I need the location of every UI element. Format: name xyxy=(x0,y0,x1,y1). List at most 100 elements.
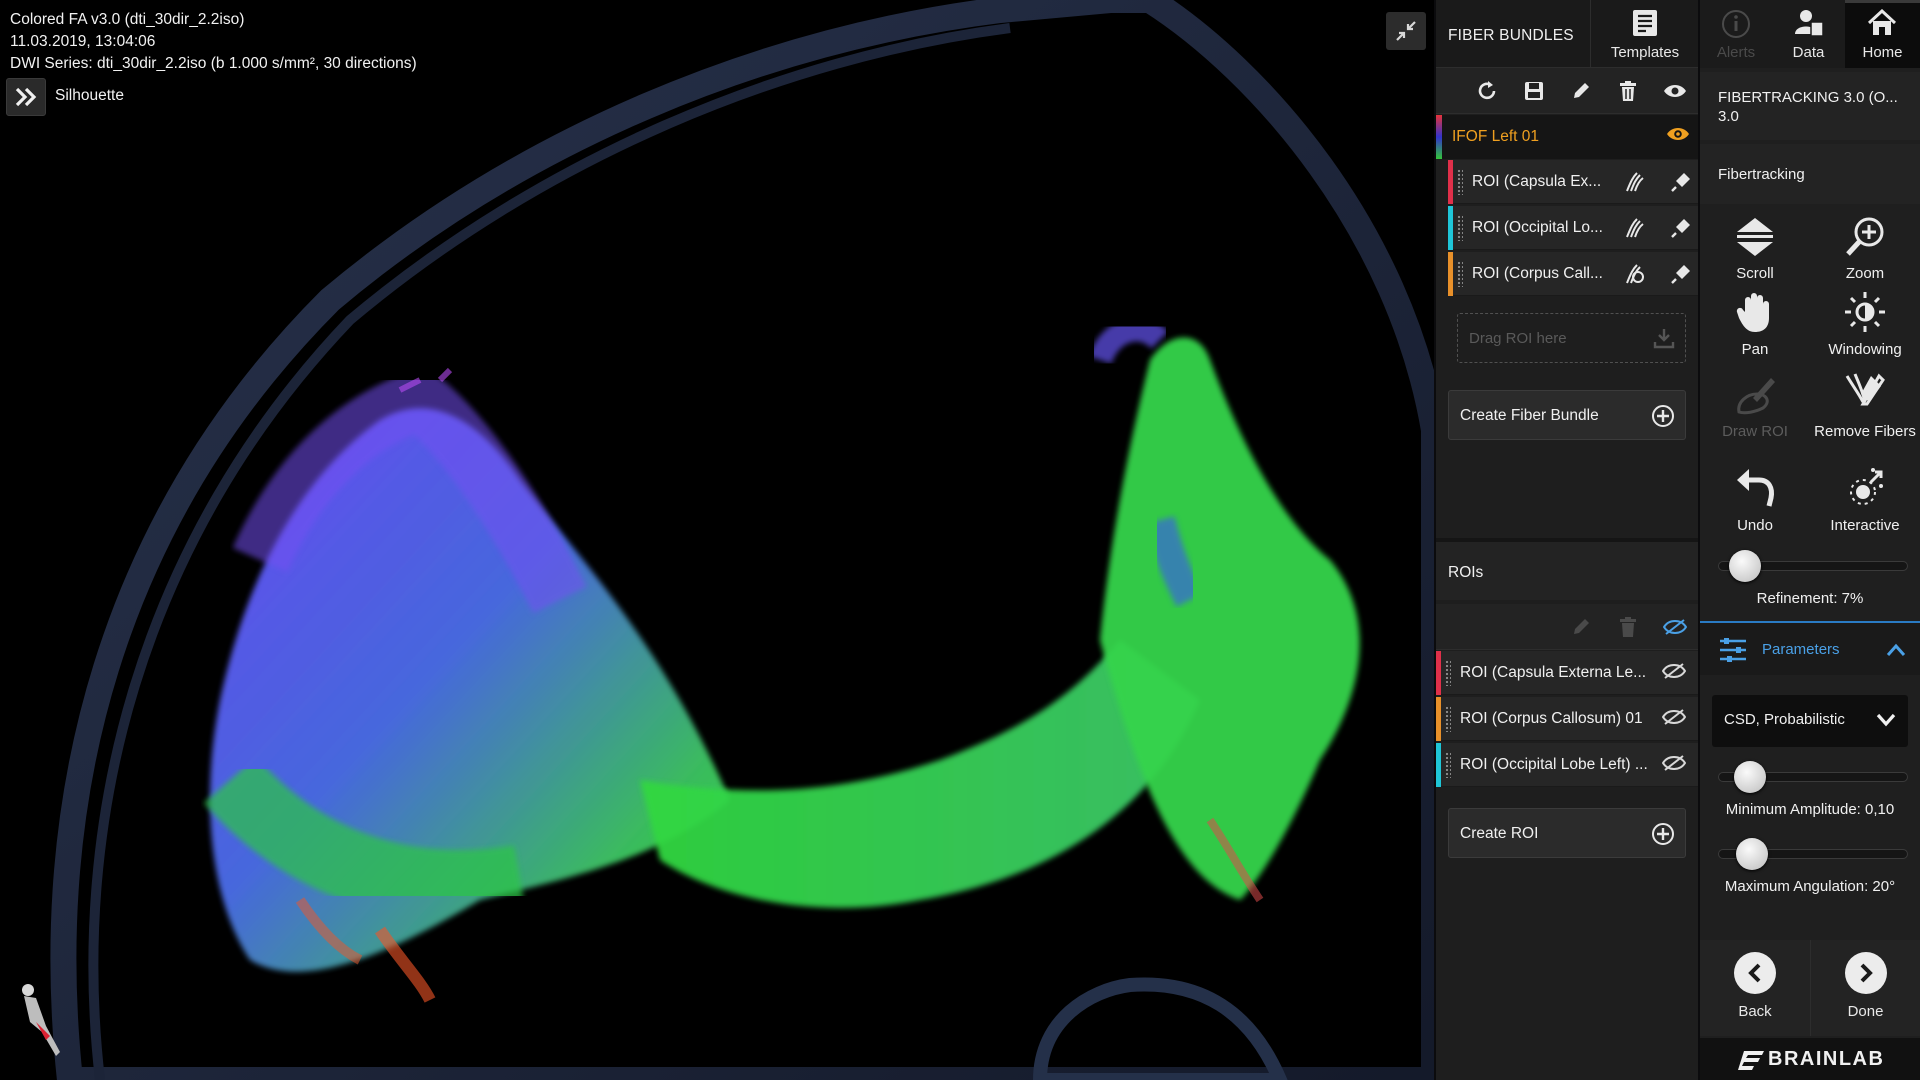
save-icon xyxy=(1525,82,1543,100)
roi-list-item[interactable]: ROI (Corpus Callosum) 01 xyxy=(1436,697,1698,741)
edit-roi-button[interactable] xyxy=(1558,604,1604,650)
info-line-1: Colored FA v3.0 (dti_30dir_2.2iso) xyxy=(10,11,245,28)
parameters-toggle[interactable]: Parameters xyxy=(1700,621,1920,675)
roi-list-item[interactable]: ROI (Occipital Lobe Left) ... xyxy=(1436,743,1698,787)
info-line-2: 11.03.2019, 13:04:06 xyxy=(10,33,156,50)
slider-handle[interactable] xyxy=(1733,761,1766,793)
slider-handle[interactable] xyxy=(1729,550,1762,582)
brightness-icon xyxy=(1845,292,1885,332)
interactive-icon xyxy=(1850,468,1883,505)
sliders-icon xyxy=(1720,638,1746,662)
chevron-up-icon xyxy=(1886,643,1906,656)
trash-icon xyxy=(1620,617,1636,637)
roi-label: ROI (Corpus Callosum) 01 xyxy=(1460,710,1643,727)
fiber-bundles-title: FIBER BUNDLES xyxy=(1448,27,1574,44)
bundle-roi-item[interactable]: ROI (Occipital Lo... xyxy=(1448,206,1698,250)
slider-handle[interactable] xyxy=(1735,838,1768,870)
bundle-toolbar xyxy=(1436,68,1698,114)
fiber-render-scene[interactable] xyxy=(0,0,1434,1080)
create-fiber-bundle-button[interactable]: Create Fiber Bundle xyxy=(1448,390,1686,440)
home-label: Home xyxy=(1862,44,1903,61)
bundle-roi-item[interactable]: ROI (Capsula Ex... xyxy=(1448,160,1698,204)
roi-list-item[interactable]: ROI (Capsula Externa Le... xyxy=(1436,651,1698,695)
algorithm-value: CSD, Probabilistic xyxy=(1724,711,1845,728)
exclude-fibers-icon[interactable] xyxy=(1623,263,1645,285)
drop-zone-label: Drag ROI here xyxy=(1469,330,1567,347)
fibertracking-panel: Alerts Data Home FIBERTRACKING 3.0 (O...… xyxy=(1700,0,1920,1080)
maximum-angulation-slider[interactable] xyxy=(1718,838,1908,870)
interactive-label: Interactive xyxy=(1830,517,1900,534)
include-fibers-icon[interactable] xyxy=(1623,217,1645,239)
pan-label: Pan xyxy=(1741,341,1769,358)
include-fibers-icon[interactable] xyxy=(1623,171,1645,193)
alerts-button[interactable]: Alerts xyxy=(1700,0,1772,68)
edit-bundle-button[interactable] xyxy=(1558,68,1604,114)
drag-handle-icon[interactable] xyxy=(1457,261,1463,287)
roi-color-bar xyxy=(1436,651,1441,695)
create-roi-label: Create ROI xyxy=(1460,825,1539,842)
bundle-item-ifof[interactable]: IFOF Left 01 xyxy=(1436,115,1698,159)
templates-button[interactable]: Templates xyxy=(1590,0,1698,68)
roi-label: ROI (Capsula Ex... xyxy=(1472,173,1602,190)
back-circle xyxy=(1734,952,1776,994)
interactive-tool[interactable]: Interactive xyxy=(1812,466,1918,535)
refinement-slider[interactable] xyxy=(1718,550,1908,582)
create-roi-button[interactable]: Create ROI xyxy=(1448,808,1686,858)
pin-icon[interactable] xyxy=(1670,263,1692,285)
pan-tool[interactable]: Pan xyxy=(1702,290,1808,359)
data-button[interactable]: Data xyxy=(1772,0,1845,68)
workflow-title: FIBERTRACKING 3.0 (O... 3.0 xyxy=(1700,72,1920,140)
collapse-arrows-icon xyxy=(1396,21,1416,41)
expand-button[interactable] xyxy=(6,78,46,116)
home-icon xyxy=(1867,9,1897,35)
zoom-label: Zoom xyxy=(1845,265,1885,282)
toggle-visibility-button[interactable] xyxy=(1652,68,1698,114)
chevron-left-icon xyxy=(1748,963,1761,983)
draw-roi-tool[interactable]: Draw ROI xyxy=(1702,372,1808,441)
save-button[interactable] xyxy=(1511,68,1557,114)
back-button[interactable]: Back xyxy=(1700,940,1810,1036)
undo-tool[interactable]: Undo xyxy=(1702,466,1808,535)
back-label: Back xyxy=(1738,1003,1772,1020)
hand-icon xyxy=(1736,293,1769,332)
refresh-button[interactable] xyxy=(1464,68,1510,114)
eye-hidden-icon[interactable] xyxy=(1662,754,1686,772)
data-label: Data xyxy=(1792,44,1825,61)
delete-roi-button[interactable] xyxy=(1605,604,1651,650)
chevron-down-icon xyxy=(1876,713,1896,727)
pencil-icon xyxy=(1574,619,1589,634)
pin-icon[interactable] xyxy=(1670,217,1692,239)
pencil-icon xyxy=(1574,83,1589,98)
toggle-roi-visibility-button[interactable] xyxy=(1652,604,1698,650)
done-button[interactable]: Done xyxy=(1810,940,1920,1036)
eye-hidden-icon[interactable] xyxy=(1662,708,1686,726)
3d-viewer[interactable]: Colored FA v3.0 (dti_30dir_2.2iso) 11.03… xyxy=(0,0,1434,1080)
drag-handle-icon[interactable] xyxy=(1445,752,1451,778)
scroll-tool[interactable]: Scroll xyxy=(1702,214,1808,283)
bundle-roi-item[interactable]: ROI (Corpus Call... xyxy=(1448,252,1698,296)
eye-icon xyxy=(1664,85,1686,97)
minimize-view-button[interactable] xyxy=(1386,12,1426,50)
eye-hidden-icon[interactable] xyxy=(1662,662,1686,680)
pin-icon[interactable] xyxy=(1670,171,1692,193)
minimum-amplitude-slider[interactable] xyxy=(1718,761,1908,793)
windowing-tool[interactable]: Windowing xyxy=(1812,290,1918,359)
download-icon xyxy=(1653,329,1675,349)
eye-icon[interactable] xyxy=(1666,125,1690,143)
roi-drop-zone[interactable]: Drag ROI here xyxy=(1457,313,1686,363)
remove-fibers-tool[interactable]: Remove Fibers xyxy=(1812,372,1918,441)
drag-handle-icon[interactable] xyxy=(1457,215,1463,241)
zoom-tool[interactable]: Zoom xyxy=(1812,214,1918,283)
step-navigation: Back Done xyxy=(1700,940,1920,1036)
fiber-bundle-right xyxy=(1088,317,1360,903)
add-circle-icon xyxy=(1652,405,1674,427)
algorithm-select[interactable]: CSD, Probabilistic xyxy=(1712,695,1908,747)
home-button[interactable]: Home xyxy=(1845,0,1920,68)
drag-handle-icon[interactable] xyxy=(1445,660,1451,686)
trash-icon xyxy=(1620,81,1636,101)
delete-bundle-button[interactable] xyxy=(1605,68,1651,114)
drag-handle-icon[interactable] xyxy=(1457,169,1463,195)
drag-handle-icon[interactable] xyxy=(1445,706,1451,732)
roi-label: ROI (Corpus Call... xyxy=(1472,265,1603,282)
patient-data-icon xyxy=(1795,10,1824,37)
